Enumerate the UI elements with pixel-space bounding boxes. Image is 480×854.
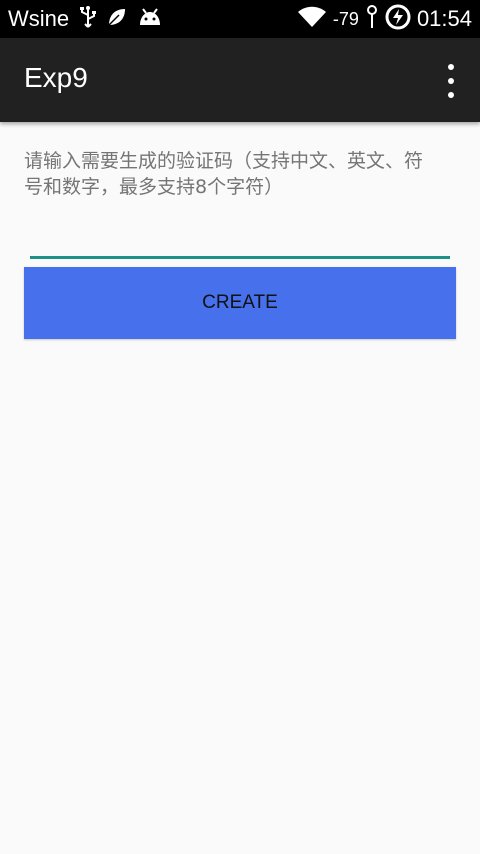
create-button[interactable]: CREATE — [24, 267, 456, 339]
app-title: Exp9 — [24, 62, 88, 93]
carrier-name: Wsine — [8, 6, 70, 31]
more-vert-icon[interactable] — [440, 64, 462, 98]
clock: 01:54 — [416, 6, 472, 31]
status-bar: Wsine -79 01:54 — [0, 0, 480, 38]
instructions-text: 请输入需要生成的验证码（支持中文、英文、符号和数字，最多支持8个字符） — [24, 150, 424, 198]
charging-icon — [385, 4, 411, 35]
code-input[interactable] — [30, 212, 450, 259]
signal-strength: -79 — [332, 8, 359, 29]
signal-icon — [365, 4, 379, 34]
wifi-icon — [297, 6, 327, 33]
usb-icon — [79, 5, 97, 33]
leaf-icon — [107, 7, 127, 32]
app-bar: Exp9 — [0, 38, 480, 122]
android-icon — [137, 7, 163, 32]
